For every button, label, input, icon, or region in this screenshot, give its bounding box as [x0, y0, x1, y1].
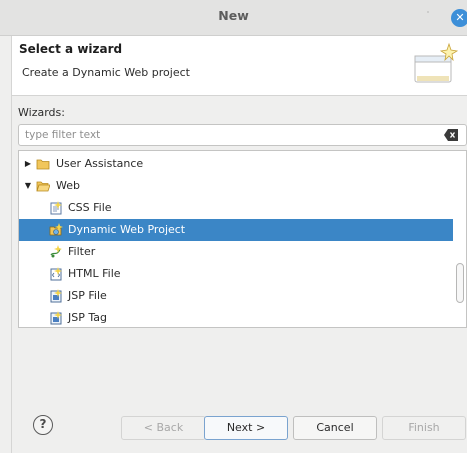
jsp-file-icon — [50, 289, 62, 303]
tree-item-label: JSP File — [68, 289, 107, 302]
title-bar[interactable]: New ˙ ✕ — [0, 0, 467, 36]
css-file-icon — [50, 201, 62, 215]
tree-item-dynamic-web-project[interactable]: Dynamic Web Project — [19, 219, 453, 241]
tree-item-jsp-file[interactable]: JSP File — [19, 285, 453, 307]
tree-item-label: User Assistance — [56, 157, 144, 170]
jsp-tag-icon — [50, 311, 62, 325]
filter-icon — [50, 245, 62, 258]
tree-item-label: Web — [56, 179, 80, 192]
next-button[interactable]: Next > — [204, 416, 288, 440]
tree-item-label: JSP Tag — [68, 311, 107, 324]
tree-item-label: HTML File — [68, 267, 121, 280]
back-button[interactable]: < Back — [121, 416, 206, 440]
folder-icon — [36, 159, 50, 170]
cancel-button[interactable]: Cancel — [293, 416, 377, 440]
new-wizard-dialog: New ˙ ✕ Select a wizard Create a Dynamic… — [0, 0, 467, 453]
page-description: Create a Dynamic Web project — [22, 66, 190, 79]
wizards-label: Wizards: — [18, 106, 65, 119]
close-icon[interactable]: ✕ — [451, 9, 467, 27]
filter-input[interactable] — [23, 126, 433, 144]
expand-arrow-icon[interactable]: ▶ — [23, 153, 33, 175]
scrollbar-thumb[interactable] — [456, 263, 464, 303]
page-title: Select a wizard — [19, 42, 123, 56]
new-wizard-banner-icon — [414, 42, 459, 83]
tree-item-label: CSS File — [68, 201, 112, 214]
window-title: New — [218, 8, 249, 23]
wizard-tree[interactable]: ▶ User Assistance ▼ Web CSS File Dynamic… — [18, 150, 467, 328]
dynamic-web-project-icon — [49, 223, 63, 236]
minimize-icon[interactable]: ˙ — [420, 10, 436, 26]
tree-item-label: Filter — [68, 245, 96, 258]
tree-scrollbar[interactable] — [454, 151, 466, 327]
tree-item-web[interactable]: ▼ Web — [19, 175, 453, 197]
tree-item-user-assistance[interactable]: ▶ User Assistance — [19, 153, 453, 175]
wizard-header: Select a wizard Create a Dynamic Web pro… — [12, 36, 467, 96]
folder-open-icon — [36, 181, 50, 192]
tree-item-jsp-tag[interactable]: JSP Tag — [19, 307, 453, 327]
tree-item-label: Dynamic Web Project — [68, 223, 186, 236]
finish-button[interactable]: Finish — [382, 416, 466, 440]
tree-item-css-file[interactable]: CSS File — [19, 197, 453, 219]
html-file-icon — [50, 267, 62, 281]
help-button[interactable]: ? — [33, 415, 53, 435]
tree-item-filter[interactable]: Filter — [19, 241, 453, 263]
filter-field[interactable] — [18, 124, 467, 146]
left-rail — [0, 36, 12, 453]
tree-item-html-file[interactable]: HTML File — [19, 263, 453, 285]
clear-filter-icon[interactable] — [444, 129, 458, 141]
collapse-arrow-icon[interactable]: ▼ — [23, 175, 33, 197]
